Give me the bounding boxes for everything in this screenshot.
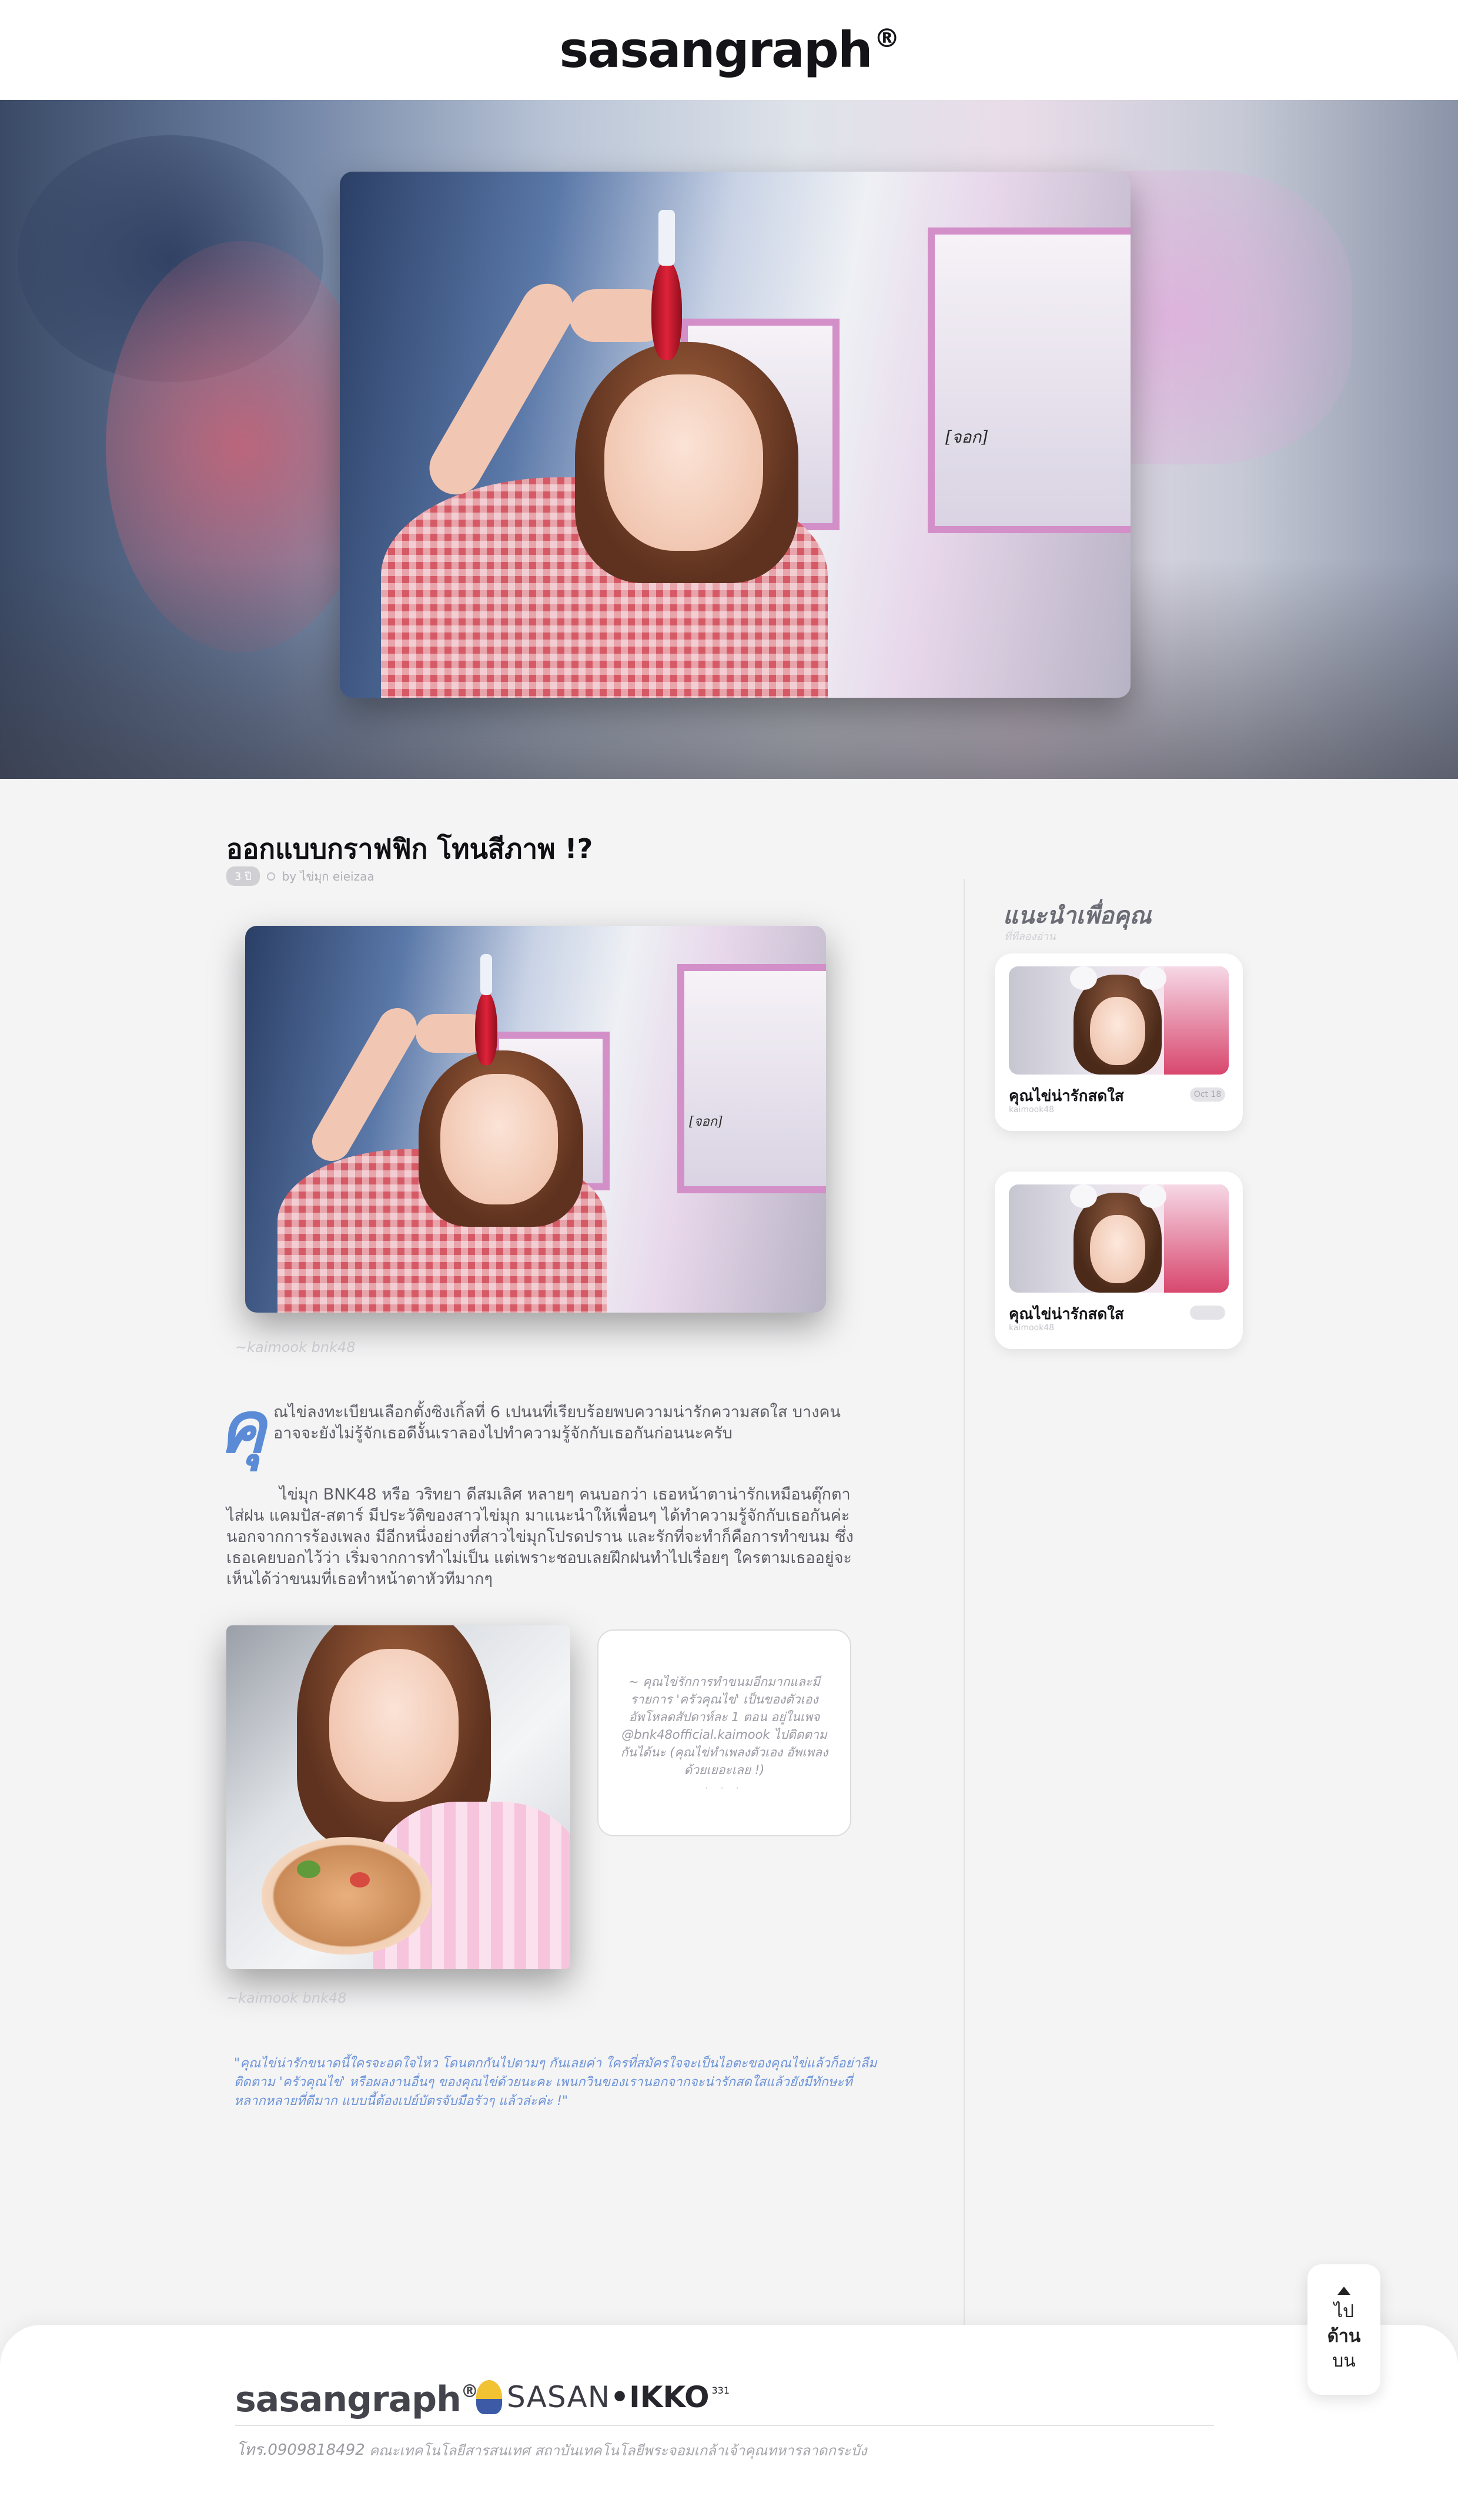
cooking-photo bbox=[226, 1625, 570, 1969]
body-paragraph: ไข่มุก BNK48 หรือ วริทยา ดีสมเลิศ หลายๆ … bbox=[226, 1485, 854, 1588]
recommend-card[interactable]: คุณไข่น่ารักสดใส kaimook48 Oct 18 bbox=[995, 953, 1243, 1131]
footer-address: คณะเทคโนโลยีสารสนเทศ สถาบันเทคโนโลยีพระจ… bbox=[369, 2442, 867, 2459]
site-logo[interactable]: sasangraph® bbox=[559, 21, 899, 79]
card-subtitle: kaimook48 bbox=[1009, 1323, 1055, 1333]
site-header: sasangraph® bbox=[0, 0, 1458, 100]
intro-paragraph: ณไข่ลงทะเบียนเลือกตั้งซิงเกิ้ลที่ 6 เปนน… bbox=[273, 1403, 841, 1443]
article-meta: 3 ปี by ไข่มุก eieizaa bbox=[226, 866, 374, 886]
photo-signature: [จอก] bbox=[945, 427, 988, 447]
hero-banner: [จอก] bbox=[0, 100, 1458, 779]
quote-dots: · · · bbox=[705, 1782, 744, 1793]
hero-photo: [จอก] bbox=[340, 172, 1131, 698]
sidebar-subtitle: ที่ทีลองอ่าน bbox=[1004, 931, 1056, 943]
footer-phone: โทร.0909818492 bbox=[236, 2441, 365, 2459]
article-photo: [จอก] bbox=[245, 926, 826, 1313]
sidebar-divider bbox=[964, 879, 965, 2325]
drop-cap: คุ bbox=[219, 1387, 266, 1469]
recommend-card[interactable]: คุณไข่น่ารักสดใส kaimook48 bbox=[995, 1172, 1243, 1349]
site-footer: sasangraph® SASAN •IKKO 331 โทร.09098184… bbox=[0, 2325, 1458, 2520]
card-subtitle: kaimook48 bbox=[1009, 1105, 1055, 1115]
clock-icon bbox=[266, 872, 275, 881]
partner-logo[interactable]: SASAN •IKKO 331 bbox=[476, 2380, 730, 2414]
quote-text: ~ คุณไข่รักการทำขนมอีกมากและมีรายการ 'คร… bbox=[620, 1674, 828, 1777]
card-title: คุณไข่น่ารักสดใส bbox=[1009, 1087, 1124, 1105]
quote-box: ~ คุณไข่รักการทำขนมอีกมากและมีรายการ 'คร… bbox=[597, 1629, 851, 1836]
footer-divider bbox=[235, 2425, 1214, 2426]
mascot-icon bbox=[476, 2380, 502, 2414]
arrow-up-icon bbox=[1337, 2287, 1350, 2295]
card-title: คุณไข่น่ารักสดใส bbox=[1009, 1306, 1124, 1323]
photo-caption: ~kaimook bnk48 bbox=[235, 1339, 356, 1356]
article-title: ออกแบบกราฟฟิก โทนสีภาพ !? bbox=[226, 833, 593, 865]
footer-logo[interactable]: sasangraph® bbox=[235, 2379, 479, 2420]
card-thumbnail bbox=[1009, 966, 1229, 1075]
photo-caption: ~kaimook bnk48 bbox=[226, 1990, 347, 2006]
photo-signature: [จอก] bbox=[689, 1115, 723, 1129]
closing-paragraph: "คุณไข่น่ารักขนาดนี้ใครจะอดใจไหว โดนตกกั… bbox=[234, 2056, 877, 2109]
card-thumbnail bbox=[1009, 1184, 1229, 1293]
card-date-badge: Oct 18 bbox=[1190, 1087, 1225, 1102]
back-to-top-button[interactable]: ไป ด้าน บน bbox=[1307, 2264, 1380, 2395]
category-badge[interactable]: 3 ปี bbox=[226, 866, 260, 886]
author-label: by ไข่มุก eieizaa bbox=[282, 869, 374, 883]
card-date-badge bbox=[1190, 1306, 1225, 1320]
